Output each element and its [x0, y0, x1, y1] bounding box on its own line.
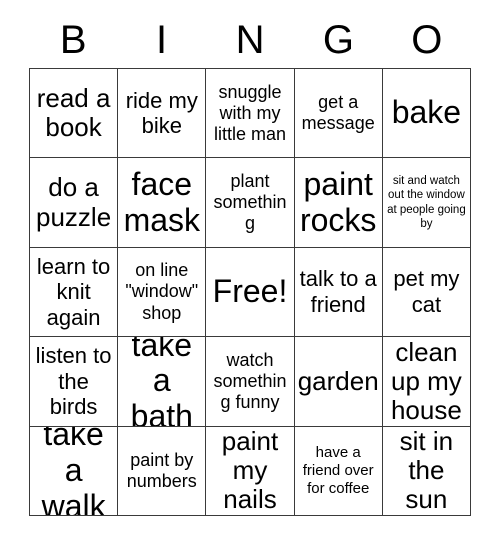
bingo-cell-label: sit in the sun — [399, 426, 454, 515]
bingo-header-letter-1: I — [156, 18, 168, 62]
bingo-cell[interactable]: ride my bike — [118, 69, 207, 159]
bingo-cell-label: take a bath — [130, 337, 193, 427]
bingo-cell[interactable]: clean up my house — [382, 337, 471, 427]
bingo-cell[interactable]: listen to the birds — [30, 337, 119, 427]
bingo-cell[interactable]: read a book — [30, 69, 119, 159]
bingo-cell-label: get a message — [301, 92, 375, 134]
bingo-cell[interactable]: talk to a friend — [294, 247, 383, 338]
bingo-cell-label: pet my cat — [393, 266, 460, 317]
bingo-cell-label: snuggle with my little man — [213, 81, 286, 144]
bingo-cell-label: paint my nails — [221, 426, 279, 515]
bingo-cell[interactable]: sit in the sun — [382, 426, 471, 516]
bingo-cell-label: listen to the birds — [35, 343, 112, 420]
bingo-cell-label: sit and watch out the window at people g… — [387, 175, 466, 230]
bingo-cell[interactable]: watch something funny — [206, 337, 295, 427]
bingo-cell[interactable]: take a walk — [30, 426, 119, 516]
bingo-cell[interactable]: paint my nails — [206, 426, 295, 516]
bingo-cell[interactable]: face mask — [118, 158, 207, 248]
bingo-cell[interactable]: garden — [294, 337, 383, 427]
bingo-header-letter-0: B — [59, 18, 87, 62]
bingo-cell-label: plant something — [213, 171, 287, 234]
bingo-cell-label: on line "window" shop — [125, 260, 199, 323]
bingo-cell-label: do a puzzle — [36, 172, 112, 232]
bingo-cell-label: read a book — [36, 83, 111, 143]
bingo-cell[interactable]: paint by numbers — [118, 426, 207, 516]
bingo-cell-label: Free! — [212, 273, 288, 310]
bingo-cell[interactable]: take a bath — [118, 337, 207, 427]
bingo-cell[interactable]: on line "window" shop — [118, 247, 207, 338]
bingo-cell-label: bake — [391, 94, 462, 131]
bingo-header: BINGO — [29, 16, 471, 64]
bingo-cell-label: face mask — [123, 165, 201, 238]
bingo-cell-label: have a friend over for coffee — [302, 443, 374, 497]
bingo-cell[interactable]: get a message — [294, 69, 383, 159]
bingo-cell[interactable]: pet my cat — [382, 247, 471, 338]
bingo-cell-label: ride my bike — [125, 87, 198, 139]
bingo-header-letter-3: G — [322, 18, 354, 62]
bingo-cell[interactable]: plant something — [206, 158, 295, 248]
bingo-cell[interactable]: have a friend over for coffee — [294, 426, 383, 516]
bingo-grid: read a book ride my bike snuggle with my l… — [29, 68, 471, 516]
bingo-cell[interactable]: snuggle with my little man — [206, 69, 295, 159]
bingo-cell-label: clean up my house — [390, 337, 462, 425]
bingo-card: B I N G O read a book ride my bike snuggle wit… — [0, 0, 500, 544]
bingo-cell-label: watch something funny — [213, 349, 287, 412]
bingo-cell[interactable]: learn to knit again — [30, 247, 119, 338]
bingo-cell[interactable]: sit and watch out the window at people g… — [382, 158, 471, 248]
bingo-header-letter-4: O — [411, 18, 443, 62]
bingo-cell-label: paint rocks — [299, 165, 377, 238]
bingo-cell-label: talk to a friend — [299, 266, 377, 317]
bingo-cell[interactable]: paint rocks — [294, 158, 383, 248]
bingo-cell-label: learn to knit again — [36, 253, 111, 330]
bingo-cell-label: paint by numbers — [126, 449, 197, 491]
bingo-cell-label: take a walk — [41, 426, 106, 516]
bingo-cell[interactable]: do a puzzle — [30, 158, 119, 248]
bingo-header-letter-2: N — [235, 18, 265, 62]
bingo-free-space[interactable]: Free! — [206, 247, 295, 338]
bingo-cell-label: garden — [297, 365, 379, 396]
bingo-cell[interactable]: bake — [382, 69, 471, 159]
